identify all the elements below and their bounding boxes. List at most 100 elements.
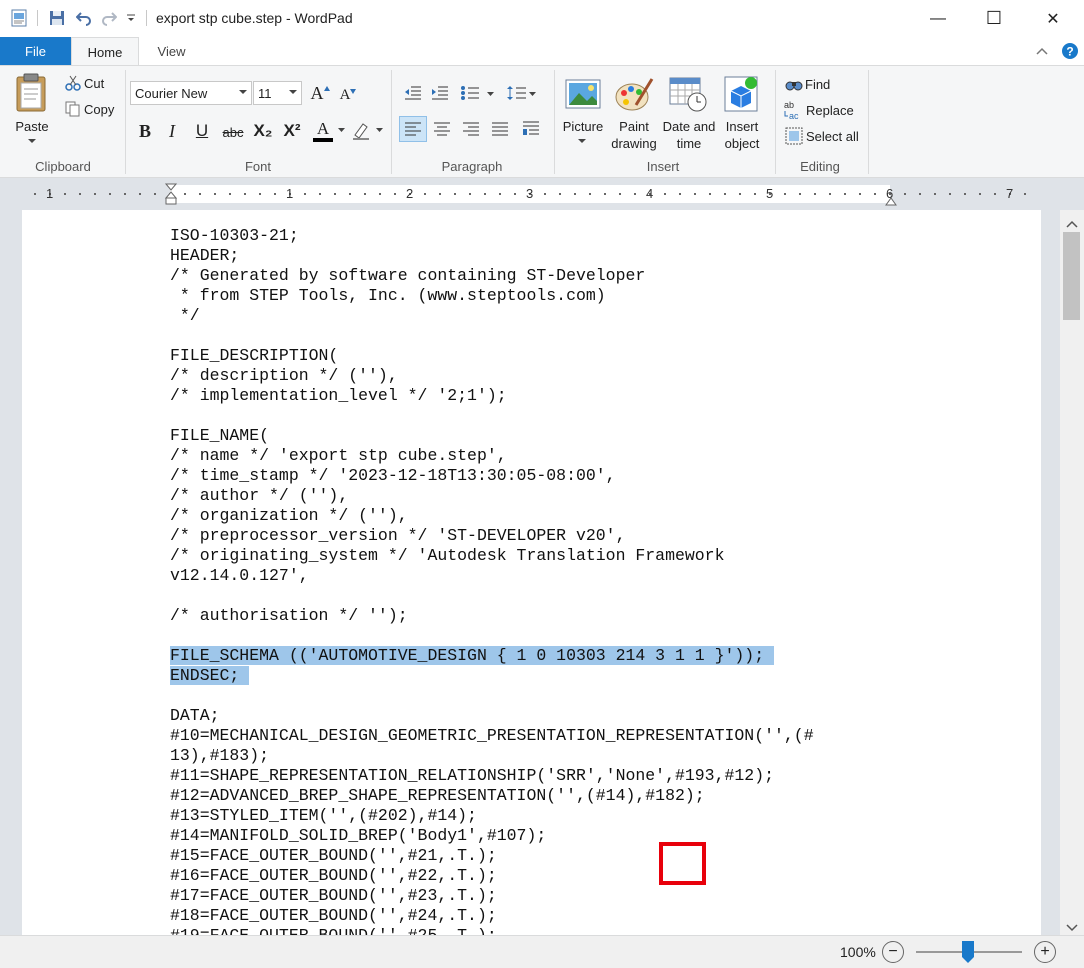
- tab-view[interactable]: View: [139, 37, 204, 65]
- bold-button[interactable]: B: [134, 120, 156, 142]
- wordpad-document-icon[interactable]: [9, 8, 29, 28]
- undo-icon[interactable]: [74, 8, 94, 28]
- scroll-thumb[interactable]: [1063, 232, 1080, 320]
- insert-object-button[interactable]: Insert object: [716, 118, 768, 152]
- document-line[interactable]: ISO-10303-21;: [170, 226, 910, 246]
- document-line[interactable]: DATA;: [170, 706, 910, 726]
- save-icon[interactable]: [47, 8, 67, 28]
- document-line[interactable]: [170, 586, 910, 606]
- font-family-select[interactable]: Courier New: [130, 81, 252, 105]
- indent-marker[interactable]: [164, 183, 178, 205]
- document-line[interactable]: /* organization */ (''),: [170, 506, 910, 526]
- tab-file[interactable]: File: [0, 37, 71, 65]
- document-line[interactable]: /* author */ (''),: [170, 486, 910, 506]
- paste-icon[interactable]: [12, 72, 52, 114]
- select-all-button[interactable]: Select all: [806, 128, 859, 145]
- minimize-button[interactable]: —: [915, 0, 961, 37]
- document-line[interactable]: #16=FACE_OUTER_BOUND('',#22,.T.);: [170, 866, 910, 886]
- document-line[interactable]: /* Generated by software containing ST-D…: [170, 266, 910, 286]
- line-spacing-icon[interactable]: [505, 82, 529, 104]
- scroll-down-icon[interactable]: [1066, 920, 1078, 935]
- document-line[interactable]: #10=MECHANICAL_DESIGN_GEOMETRIC_PRESENTA…: [170, 726, 910, 746]
- insert-object-icon[interactable]: [721, 74, 763, 114]
- find-button[interactable]: Find: [805, 76, 830, 93]
- text-color-button[interactable]: A: [310, 118, 336, 144]
- highlighter-icon[interactable]: [349, 120, 373, 142]
- paste-button[interactable]: Paste: [10, 118, 54, 135]
- picture-dropdown-icon[interactable]: [577, 136, 587, 146]
- align-right-icon[interactable]: [458, 116, 484, 142]
- chevron-down-icon[interactable]: [124, 8, 138, 28]
- document-line[interactable]: /* originating_system */ 'Autodesk Trans…: [170, 546, 910, 566]
- document-line[interactable]: /* description */ (''),: [170, 366, 910, 386]
- tab-home[interactable]: Home: [71, 37, 139, 66]
- highlight-dropdown-icon[interactable]: [375, 126, 383, 134]
- document-line[interactable]: FILE_NAME(: [170, 426, 910, 446]
- italic-button[interactable]: I: [161, 120, 183, 142]
- scroll-up-icon[interactable]: [1066, 216, 1078, 231]
- document-line[interactable]: FILE_DESCRIPTION(: [170, 346, 910, 366]
- document-line[interactable]: [170, 406, 910, 426]
- decrease-indent-icon[interactable]: [401, 82, 425, 104]
- maximize-button[interactable]: ☐: [971, 0, 1017, 37]
- document-line[interactable]: #18=FACE_OUTER_BOUND('',#24,.T.);: [170, 906, 910, 926]
- close-button[interactable]: ✕: [1030, 0, 1076, 37]
- document-line[interactable]: * from STEP Tools, Inc. (www.steptools.c…: [170, 286, 910, 306]
- zoom-slider-thumb[interactable]: [962, 941, 974, 963]
- picture-button[interactable]: Picture: [556, 118, 610, 135]
- document-line[interactable]: [170, 626, 910, 646]
- picture-icon[interactable]: [563, 76, 603, 112]
- vertical-scrollbar[interactable]: [1060, 210, 1084, 935]
- collapse-ribbon-icon[interactable]: [1034, 43, 1050, 59]
- select-all-icon[interactable]: [784, 127, 804, 145]
- document-line[interactable]: */: [170, 306, 910, 326]
- replace-button[interactable]: Replace: [806, 102, 854, 119]
- document-line[interactable]: #17=FACE_OUTER_BOUND('',#23,.T.);: [170, 886, 910, 906]
- document-line[interactable]: #15=FACE_OUTER_BOUND('',#21,.T.);: [170, 846, 910, 866]
- document-line[interactable]: /* name */ 'export stp cube.step',: [170, 446, 910, 466]
- bullet-dropdown-icon[interactable]: [486, 90, 494, 98]
- right-indent-marker[interactable]: [885, 194, 897, 206]
- redo-icon[interactable]: [99, 8, 119, 28]
- document-page[interactable]: ISO-10303-21; HEADER;/* Generated by soft…: [22, 210, 1041, 935]
- strikethrough-button[interactable]: abc: [220, 121, 246, 143]
- document-line[interactable]: v12.14.0.127',: [170, 566, 910, 586]
- paint-drawing-button[interactable]: Paint drawing: [606, 118, 662, 152]
- document-line[interactable]: /* time_stamp */ '2023-12-18T13:30:05-08…: [170, 466, 910, 486]
- copy-icon[interactable]: [64, 100, 82, 118]
- find-icon[interactable]: [784, 75, 804, 93]
- document-line[interactable]: HEADER;: [170, 246, 910, 266]
- replace-icon[interactable]: ab ac: [783, 99, 805, 121]
- document-line[interactable]: #13=STYLED_ITEM('',(#202),#14);: [170, 806, 910, 826]
- grow-font-button[interactable]: A: [309, 82, 331, 104]
- document-line[interactable]: /* authorisation */ '');: [170, 606, 910, 626]
- cut-icon[interactable]: [64, 74, 82, 92]
- bullet-list-icon[interactable]: [457, 82, 483, 104]
- justify-icon[interactable]: [487, 116, 513, 142]
- shrink-font-button[interactable]: A: [337, 84, 359, 106]
- cut-button[interactable]: Cut: [84, 75, 104, 92]
- superscript-button[interactable]: X²: [280, 120, 304, 142]
- document-line[interactable]: [170, 326, 910, 346]
- align-left-icon[interactable]: [399, 116, 427, 142]
- document-line[interactable]: #19=FACE_OUTER_BOUND('',#25,.T.);: [170, 926, 910, 935]
- zoom-out-button[interactable]: −: [882, 941, 904, 963]
- document-line[interactable]: ENDSEC;: [170, 666, 910, 686]
- increase-indent-icon[interactable]: [428, 82, 452, 104]
- document-line[interactable]: #11=SHAPE_REPRESENTATION_RELATIONSHIP('S…: [170, 766, 910, 786]
- paragraph-settings-icon[interactable]: [518, 116, 544, 142]
- document-line[interactable]: /* implementation_level */ '2;1');: [170, 386, 910, 406]
- document-line[interactable]: /* preprocessor_version */ 'ST-DEVELOPER…: [170, 526, 910, 546]
- zoom-in-button[interactable]: +: [1034, 941, 1056, 963]
- text-color-dropdown-icon[interactable]: [337, 126, 345, 134]
- paint-palette-icon[interactable]: [612, 74, 656, 114]
- copy-button[interactable]: Copy: [84, 101, 114, 118]
- document-text[interactable]: ISO-10303-21; HEADER;/* Generated by soft…: [170, 226, 910, 935]
- align-center-icon[interactable]: [429, 116, 455, 142]
- subscript-button[interactable]: X₂: [251, 120, 275, 142]
- paste-dropdown-icon[interactable]: [27, 136, 37, 146]
- document-line[interactable]: FILE_SCHEMA (('AUTOMOTIVE_DESIGN { 1 0 1…: [170, 646, 910, 666]
- line-spacing-dropdown-icon[interactable]: [528, 90, 536, 98]
- document-line[interactable]: #12=ADVANCED_BREP_SHAPE_REPRESENTATION('…: [170, 786, 910, 806]
- ruler[interactable]: 1 1 2 3 4 5 6 7: [28, 183, 1040, 206]
